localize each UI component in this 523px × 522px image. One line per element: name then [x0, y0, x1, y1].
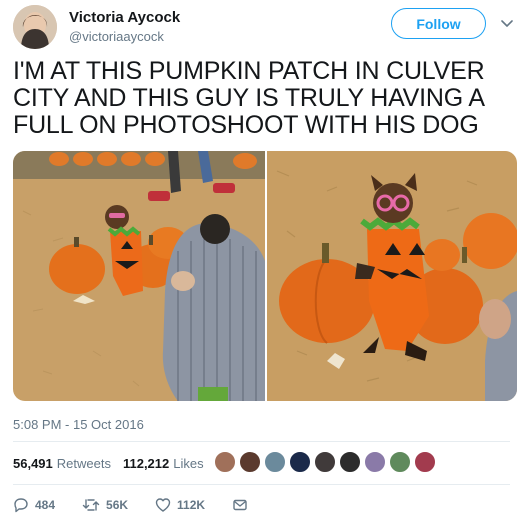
retweets-count[interactable]: 56,491	[13, 456, 53, 471]
heart-icon	[155, 498, 171, 512]
like-button[interactable]: 112K	[155, 497, 205, 513]
tweet-timestamp[interactable]: 5:08 PM - 15 Oct 2016	[13, 417, 144, 432]
follow-button[interactable]: Follow	[391, 8, 486, 39]
likes-count[interactable]: 112,212	[123, 456, 169, 471]
retweet-icon	[82, 499, 100, 511]
liker-avatars	[214, 451, 439, 475]
engagement-stats: 56,491 Retweets 112,212 Likes	[13, 452, 216, 474]
photo-dog-closeup[interactable]	[267, 151, 517, 401]
tweet-media[interactable]	[13, 151, 517, 401]
liker-avatar[interactable]	[389, 451, 411, 473]
retweets-label[interactable]: Retweets	[57, 456, 111, 471]
reply-count: 484	[35, 498, 56, 512]
liker-avatar[interactable]	[214, 451, 236, 473]
retweet-count: 56K	[106, 498, 129, 512]
liker-avatar[interactable]	[364, 451, 386, 473]
divider	[13, 441, 510, 442]
like-count: 112K	[177, 498, 206, 512]
avatar-photo	[13, 5, 57, 49]
tweet-text: I'M AT THIS PUMPKIN PATCH IN CULVER CITY…	[13, 57, 485, 139]
chevron-down-icon[interactable]	[499, 15, 515, 31]
photo-pumpkin-patch-wide[interactable]	[13, 151, 265, 401]
divider	[13, 484, 510, 485]
liker-avatar[interactable]	[264, 451, 286, 473]
direct-message-button[interactable]	[232, 497, 254, 513]
liker-avatar[interactable]	[289, 451, 311, 473]
reply-icon	[14, 498, 28, 513]
liker-avatar[interactable]	[239, 451, 261, 473]
liker-avatar[interactable]	[314, 451, 336, 473]
liker-avatar[interactable]	[339, 451, 361, 473]
reply-button[interactable]: 484	[13, 497, 55, 513]
tweet-header: Victoria Aycock @victoriaaycock Follow	[13, 3, 513, 51]
likes-label[interactable]: Likes	[173, 456, 203, 471]
retweet-button[interactable]: 56K	[82, 497, 128, 513]
liker-avatar[interactable]	[414, 451, 436, 473]
tweet-actions: 484 56K 112K	[13, 495, 281, 515]
author-name[interactable]: Victoria Aycock	[69, 9, 180, 26]
avatar[interactable]	[13, 5, 57, 49]
envelope-icon	[233, 499, 247, 511]
author-handle[interactable]: @victoriaaycock	[69, 29, 164, 44]
